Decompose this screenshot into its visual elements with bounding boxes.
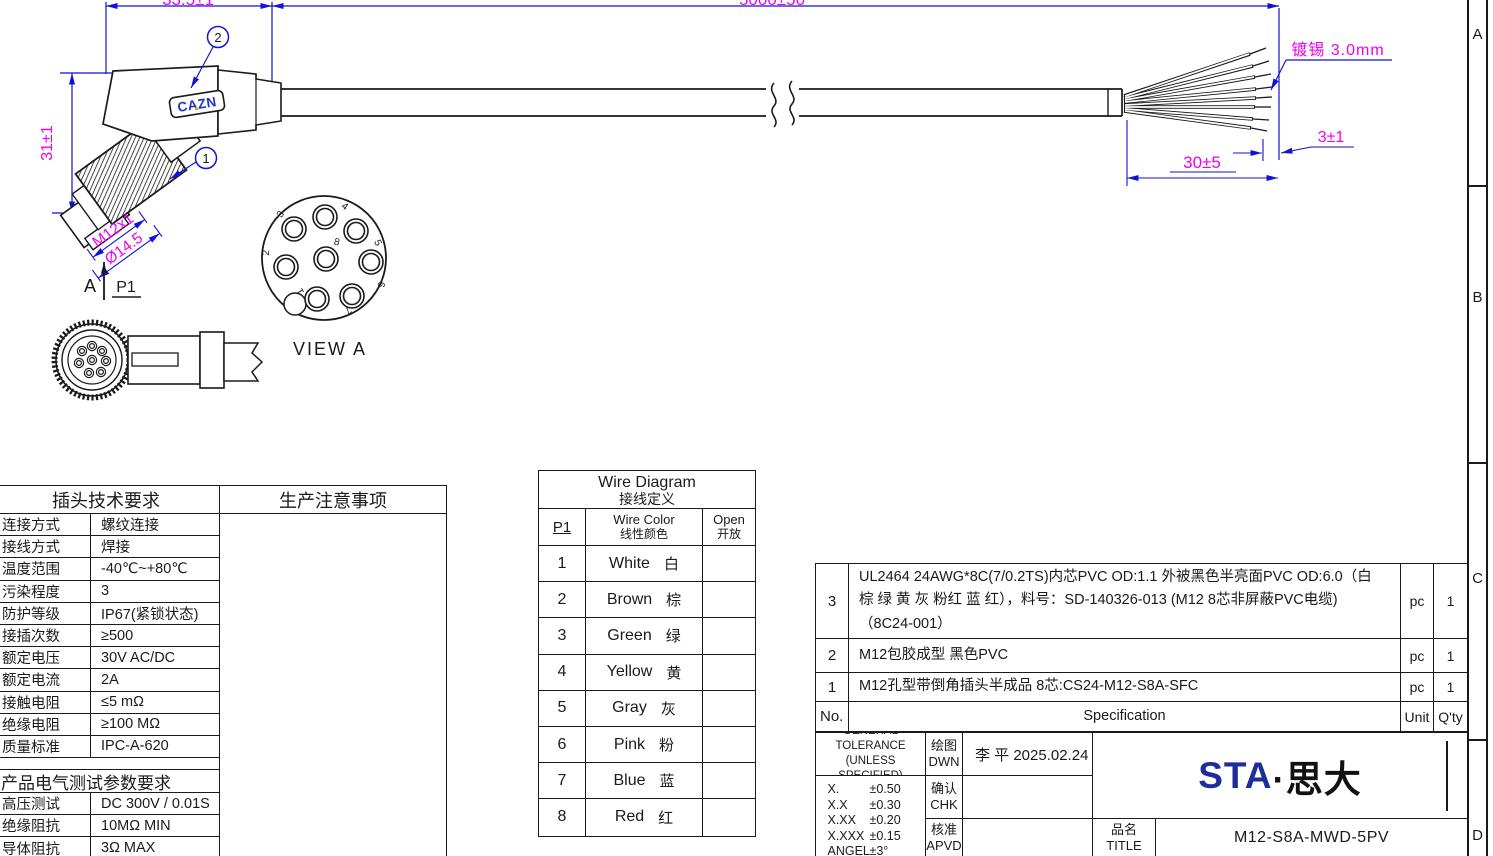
right-angle-connector: [61, 66, 281, 253]
wire-row: 3Green绿: [539, 618, 755, 654]
wire-row: 1White白: [539, 546, 755, 582]
svg-text:3±1: 3±1: [1318, 129, 1345, 146]
bom-header-row: No.SpecificationUnitQ'ty: [816, 702, 1467, 731]
apvd-label: 核准APVD: [926, 819, 963, 856]
tolerance-list: X.±0.50 X.X±0.30 X.XX±0.20 X.XXX±0.15 AN…: [816, 776, 926, 856]
production-notes-title: 生产注意事项: [220, 486, 446, 514]
dimension-5000: 5000±50: [272, 0, 1279, 160]
table-gap: [0, 758, 219, 770]
wire-row: 6Pink粉: [539, 727, 755, 763]
bom-row: 3UL2464 24AWG*8C(7/0.2TS)内芯PVC OD:1.1 外被…: [816, 564, 1467, 639]
tin-plating-label: 镀锡 3.0mm: [1271, 41, 1392, 90]
wire-row: 2Brown棕: [539, 582, 755, 618]
zone-letter-b: B: [1467, 289, 1488, 306]
wire-row: 8Red红: [539, 799, 755, 835]
zone-letter-c: C: [1467, 570, 1488, 587]
side-view-connector: [55, 323, 263, 398]
bom-table: 3UL2464 24AWG*8C(7/0.2TS)内芯PVC OD:1.1 外被…: [815, 563, 1468, 732]
production-notes-empty: [220, 514, 446, 856]
chk-label: 确认CHK: [926, 776, 963, 819]
wire-row: 4Yellow黄: [539, 655, 755, 691]
dim-5000-text: 5000±50: [739, 0, 805, 9]
wire-diagram-title-cn: 接线定义: [619, 492, 675, 507]
chk-value: [963, 776, 1093, 819]
dim-31-text: 31±1: [39, 125, 56, 161]
tech-table-title: 插头技术要求: [0, 486, 219, 514]
zone-letter-d: D: [1467, 827, 1488, 844]
wire-row: 5Gray灰: [539, 691, 755, 727]
bom-row: 1M12孔型带倒角插头半成品 8芯:CS24-M12-S8A-SFCpc1: [816, 673, 1467, 702]
view-a-label: VIEW A: [293, 339, 367, 359]
electrical-test-title: 产品电气测试参数要求: [0, 770, 219, 793]
svg-text:1: 1: [202, 151, 209, 166]
section-letter: A: [84, 276, 96, 296]
col-p1: P1: [553, 519, 571, 536]
part-name-label: 品名TITLE: [1093, 819, 1156, 856]
view-a-face: 1 2 3 4 5 6 7 8: [261, 196, 387, 320]
bom-row: 2M12包胶成型 黑色PVCpc1: [816, 639, 1467, 673]
wire-diagram-table: Wire Diagram 接线定义 P1 Wire Color线性颜色 Open…: [538, 470, 756, 837]
wire-row: 7Blue蓝: [539, 763, 755, 799]
general-tolerance-title: GENERAL TOLERANCE (UNLESS SPECIFIED): [816, 733, 926, 776]
dim-33-text: 33.5±1: [162, 0, 214, 9]
svg-text:2: 2: [214, 30, 221, 45]
keyway-notch: [284, 293, 306, 315]
drawing-sheet: 33.5±1 5000±50 31±1: [0, 0, 1493, 856]
part-number: M12-S8A-MWD-5PV: [1156, 819, 1467, 856]
svg-text:镀锡 3.0mm: 镀锡 3.0mm: [1291, 41, 1384, 59]
apvd-value: [963, 819, 1093, 856]
sta-logo: STA·思大: [1093, 733, 1467, 819]
logo-rule: [1446, 741, 1448, 811]
section-port: P1: [116, 279, 136, 296]
dimension-3: 3±1: [1233, 129, 1354, 161]
dwn-value: 李 平 2025.02.24: [963, 733, 1093, 776]
tech-requirements-table: 插头技术要求 连接方式螺纹连接 接线方式焊接 温度范围-40℃~+80℃ 污染程…: [0, 485, 447, 856]
wire-diagram-title-en: Wire Diagram: [598, 475, 696, 492]
zone-letter-a: A: [1467, 26, 1488, 43]
wire-fan: [1124, 48, 1272, 131]
cable: [281, 81, 1122, 127]
svg-text:30±5: 30±5: [1183, 153, 1221, 172]
dwn-label: 绘图DWN: [926, 733, 963, 776]
title-block: GENERAL TOLERANCE (UNLESS SPECIFIED) X.±…: [815, 732, 1468, 856]
zone-border-strip: [1467, 0, 1488, 856]
